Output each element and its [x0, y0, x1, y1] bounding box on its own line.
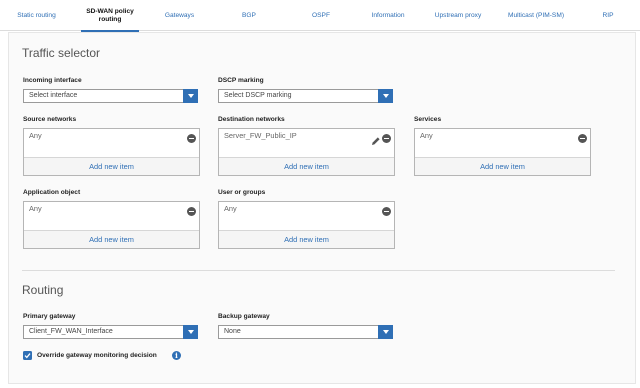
- traffic-selector-title: Traffic selector: [22, 46, 101, 60]
- application-object-label: Application object: [23, 189, 81, 196]
- dscp-marking-label: DSCP marking: [218, 77, 264, 84]
- info-icon[interactable]: i: [172, 351, 181, 360]
- destination-networks-label: Destination networks: [218, 116, 285, 123]
- destination-networks-add-button[interactable]: Add new item: [219, 157, 394, 175]
- section-divider: [22, 270, 615, 271]
- source-networks-list: Any Add new item: [23, 128, 200, 176]
- override-monitoring-checkbox[interactable]: [23, 351, 32, 360]
- source-networks-add-button[interactable]: Add new item: [24, 157, 199, 175]
- chevron-down-icon[interactable]: [183, 89, 198, 103]
- application-object-add-button[interactable]: Add new item: [24, 230, 199, 248]
- remove-item-icon[interactable]: [578, 134, 587, 143]
- tab-ospf[interactable]: OSPF: [286, 0, 356, 31]
- tab-static-routing[interactable]: Static routing: [0, 0, 73, 31]
- application-object-item: Any: [29, 204, 42, 213]
- services-add-button[interactable]: Add new item: [415, 157, 590, 175]
- remove-item-icon[interactable]: [382, 134, 391, 143]
- tab-rip[interactable]: RIP: [576, 0, 640, 31]
- chevron-down-icon[interactable]: [378, 89, 393, 103]
- pencil-icon[interactable]: [371, 133, 381, 145]
- chevron-down-icon[interactable]: [378, 325, 393, 339]
- services-list: Any Add new item: [414, 128, 591, 176]
- override-monitoring-label: Override gateway monitoring decision: [37, 352, 157, 359]
- dscp-marking-select[interactable]: Select DSCP marking: [218, 89, 393, 103]
- primary-gateway-select[interactable]: Client_FW_WAN_Interface: [23, 325, 198, 339]
- backup-gateway-select[interactable]: None: [218, 325, 393, 339]
- tab-gateways[interactable]: Gateways: [147, 0, 212, 31]
- backup-gateway-label: Backup gateway: [218, 313, 270, 320]
- check-icon: [24, 353, 31, 359]
- destination-networks-item: Server_FW_Public_IP: [224, 131, 297, 140]
- services-label: Services: [414, 116, 442, 123]
- remove-item-icon[interactable]: [187, 207, 196, 216]
- remove-item-icon[interactable]: [382, 207, 391, 216]
- tab-bar: Static routing SD-WAN policy routing Gat…: [0, 0, 640, 32]
- primary-gateway-value: Client_FW_WAN_Interface: [29, 328, 113, 335]
- source-networks-label: Source networks: [23, 116, 77, 123]
- services-item: Any: [420, 131, 433, 140]
- incoming-interface-value: Select interface: [29, 92, 78, 99]
- primary-gateway-label: Primary gateway: [23, 313, 76, 320]
- user-or-groups-label: User or groups: [218, 189, 266, 196]
- tab-information[interactable]: Information: [356, 0, 420, 31]
- application-object-list: Any Add new item: [23, 201, 200, 249]
- chevron-down-icon[interactable]: [183, 325, 198, 339]
- tab-sd-wan-policy-routing[interactable]: SD-WAN policy routing: [73, 0, 147, 32]
- tab-upstream-proxy[interactable]: Upstream proxy: [420, 0, 496, 31]
- source-networks-item: Any: [29, 131, 42, 140]
- incoming-interface-select[interactable]: Select interface: [23, 89, 198, 103]
- user-or-groups-list: Any Add new item: [218, 201, 395, 249]
- tab-multicast[interactable]: Multicast (PIM-SM): [496, 0, 576, 31]
- user-or-groups-add-button[interactable]: Add new item: [219, 230, 394, 248]
- destination-networks-list: Server_FW_Public_IP Add new item: [218, 128, 395, 176]
- tab-bgp[interactable]: BGP: [212, 0, 286, 31]
- backup-gateway-value: None: [224, 328, 241, 335]
- routing-title: Routing: [22, 283, 64, 297]
- dscp-marking-value: Select DSCP marking: [224, 92, 292, 99]
- user-or-groups-item: Any: [224, 204, 237, 213]
- remove-item-icon[interactable]: [187, 134, 196, 143]
- tab-sd-wan-label: SD-WAN policy routing: [86, 7, 134, 23]
- incoming-interface-label: Incoming interface: [23, 77, 82, 84]
